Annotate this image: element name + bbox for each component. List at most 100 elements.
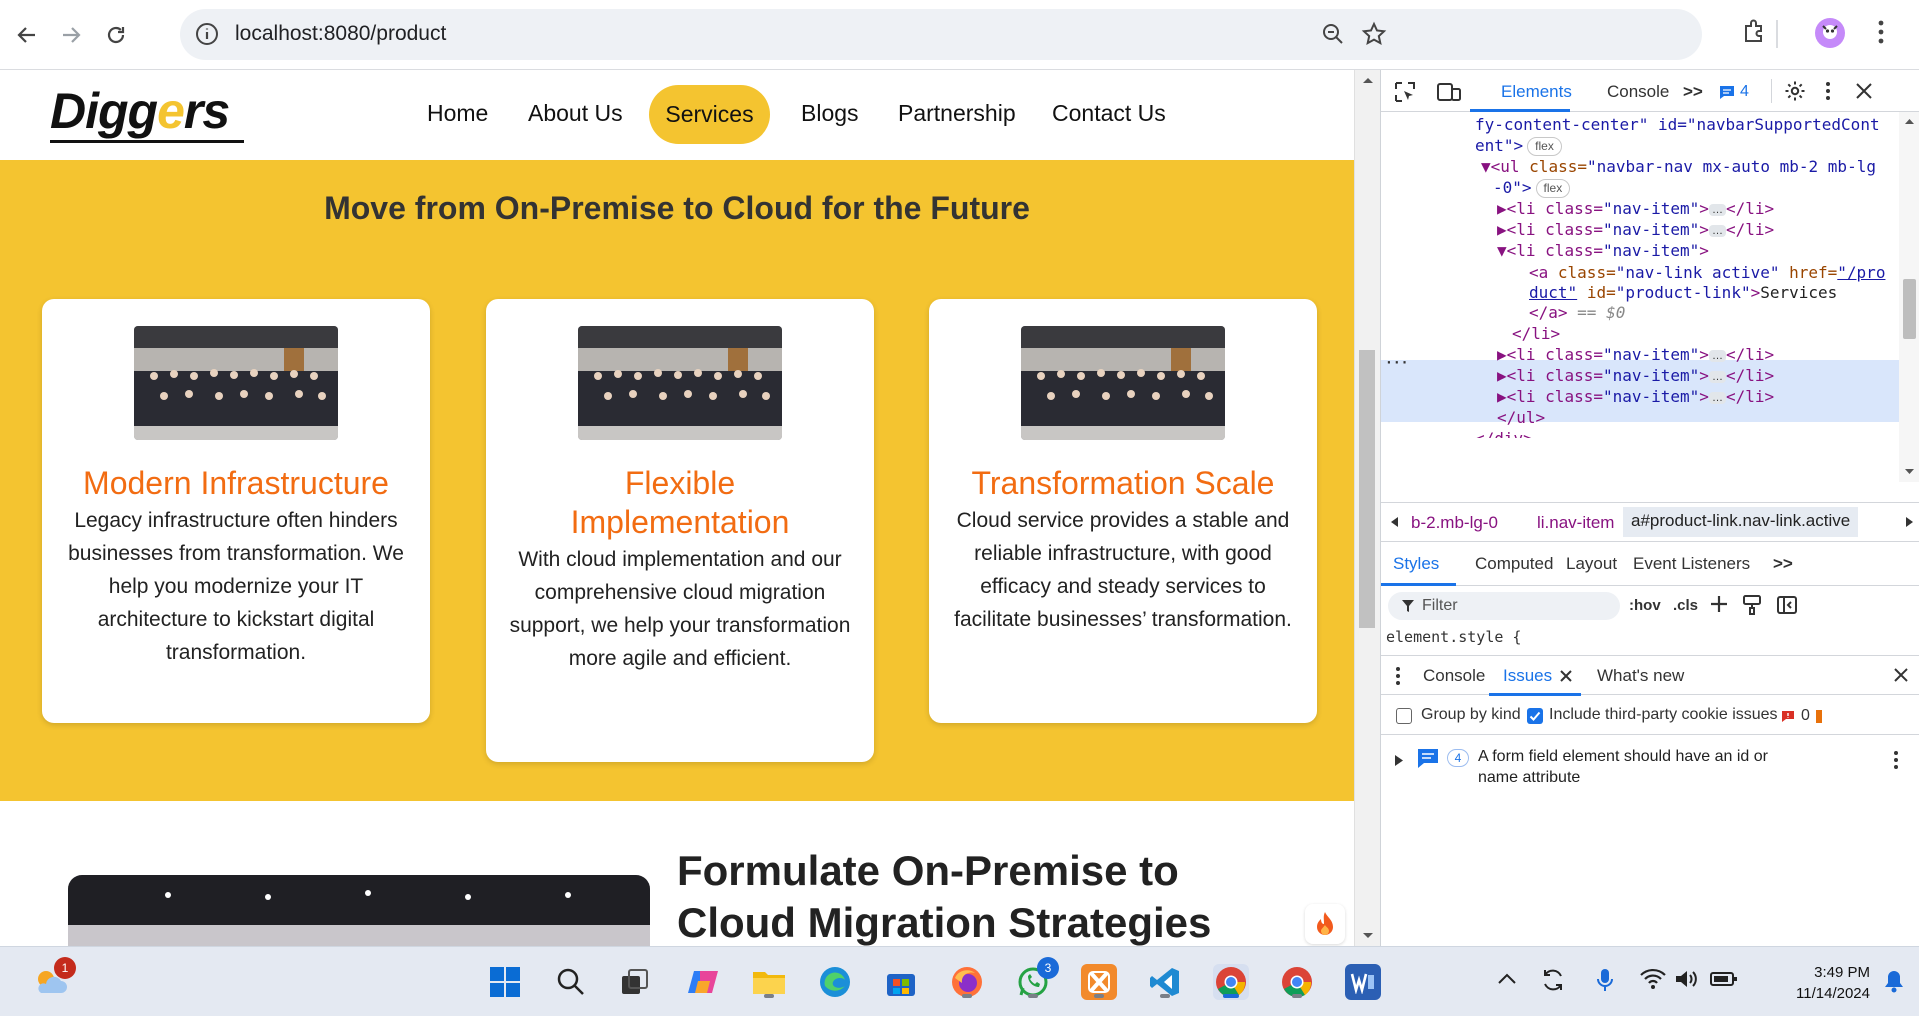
messages-badge[interactable]: 4 [1719, 83, 1749, 101]
close-drawer-icon[interactable] [1893, 667, 1909, 683]
crumb-left-icon[interactable] [1391, 517, 1399, 527]
scroll-down-icon[interactable] [1904, 468, 1915, 475]
issue-menu-icon[interactable] [1893, 750, 1899, 770]
device-toolbar-icon[interactable] [1436, 80, 1462, 104]
issue-item[interactable]: 4 A form field element should have an id… [1381, 736, 1919, 796]
settings-gear-icon[interactable] [1784, 80, 1806, 102]
zoom-icon[interactable] [1320, 21, 1346, 47]
page-scrollbar[interactable] [1354, 70, 1380, 946]
close-issues-tab-icon[interactable] [1559, 669, 1573, 683]
drawer-menu-icon[interactable] [1395, 666, 1401, 686]
hov-toggle[interactable]: :hov [1629, 597, 1661, 614]
forward-button[interactable] [53, 17, 89, 53]
section2-title: Formulate On-Premise to Cloud Migration … [677, 847, 1212, 946]
third-party-checkbox[interactable] [1527, 708, 1543, 724]
edge-button[interactable] [817, 964, 853, 1000]
site-logo[interactable]: Diggers [50, 82, 230, 140]
group-by-kind-checkbox[interactable] [1396, 708, 1412, 724]
fire-widget-button[interactable] [1305, 904, 1345, 944]
breadcrumb-item[interactable]: li.nav-item [1537, 513, 1614, 533]
url-text[interactable]: localhost:8080/product [235, 22, 446, 46]
tab-elements[interactable]: Elements [1501, 82, 1572, 102]
running-indicator [1160, 994, 1170, 998]
store-button[interactable] [883, 964, 919, 1000]
copilot-button[interactable] [685, 964, 721, 1000]
scroll-up-icon[interactable] [1362, 76, 1374, 84]
task-view-button[interactable] [617, 964, 653, 1000]
edge-icon [820, 967, 850, 997]
microphone-icon[interactable] [1597, 967, 1613, 993]
inspect-element-icon[interactable] [1393, 80, 1417, 104]
notifications-bell-icon[interactable] [1883, 969, 1905, 993]
address-bar[interactable]: localhost:8080/product [180, 9, 1702, 60]
more-tabs-icon[interactable]: >> [1773, 554, 1793, 574]
breadcrumb-item[interactable]: b-2.mb-lg-0 [1411, 513, 1498, 533]
tab-event-listeners[interactable]: Event Listeners [1633, 554, 1750, 574]
expand-triangle-icon[interactable] [1395, 755, 1403, 766]
dom-scroll-thumb[interactable] [1903, 279, 1916, 339]
flame-icon [1317, 912, 1333, 935]
drawer-tab-console[interactable]: Console [1423, 666, 1485, 686]
element-style-rule[interactable]: element.style { [1386, 628, 1521, 646]
search-button[interactable] [553, 964, 589, 1000]
close-devtools-icon[interactable] [1855, 82, 1873, 100]
node-actions-icon[interactable]: ··· [1385, 356, 1408, 371]
volume-icon[interactable] [1674, 968, 1700, 990]
reload-button[interactable] [98, 17, 134, 53]
team-photo [134, 326, 338, 440]
crumb-right-icon[interactable] [1905, 517, 1913, 527]
dom-scrollbar[interactable] [1899, 112, 1919, 482]
tab-console[interactable]: Console [1607, 82, 1669, 102]
whatsapp-button[interactable]: 3 [1015, 957, 1059, 1000]
group-by-kind-label: Group by kind [1421, 706, 1521, 723]
breadcrumb-item-active[interactable]: a#product-link.nav-link.active [1623, 507, 1859, 537]
browser-menu-icon[interactable] [1876, 17, 1886, 47]
nav-partnership[interactable]: Partnership [898, 100, 1016, 127]
show-hidden-icons-icon[interactable] [1497, 971, 1517, 985]
dom-line[interactable]: </div> [1475, 426, 1533, 438]
nav-blogs[interactable]: Blogs [801, 100, 859, 127]
bookmark-star-icon[interactable] [1361, 21, 1387, 47]
drawer-tab-issues[interactable]: Issues [1503, 666, 1552, 686]
xampp-button[interactable] [1081, 964, 1117, 1000]
back-button[interactable] [9, 17, 45, 53]
chrome-active-button[interactable] [1213, 964, 1249, 1000]
card-title: Modern Infrastructure [83, 465, 389, 501]
section-title: Move from On-Premise to Cloud for the Fu… [324, 190, 1030, 226]
toolbar-divider [1771, 79, 1772, 103]
more-tabs-icon[interactable]: >> [1683, 82, 1703, 102]
scroll-down-icon[interactable] [1362, 932, 1374, 940]
tab-layout[interactable]: Layout [1566, 554, 1617, 574]
extensions-icon[interactable] [1740, 17, 1770, 47]
nav-about-us[interactable]: About Us [528, 100, 623, 127]
firefox-button[interactable] [949, 964, 985, 1000]
tab-styles[interactable]: Styles [1393, 554, 1439, 574]
issue-error-counter[interactable]: 0 [1781, 707, 1822, 725]
styles-filter-input[interactable]: Filter [1388, 592, 1620, 620]
profile-avatar[interactable] [1814, 17, 1846, 49]
battery-icon[interactable] [1710, 971, 1738, 987]
vscode-button[interactable] [1147, 964, 1183, 1000]
nav-contact-us[interactable]: Contact Us [1052, 100, 1166, 127]
wifi-icon[interactable] [1640, 968, 1666, 990]
toggle-sidebar-icon[interactable] [1776, 594, 1798, 616]
word-button[interactable] [1345, 964, 1381, 1000]
cls-toggle[interactable]: .cls [1673, 597, 1698, 614]
meeting-room-photo [68, 875, 650, 946]
file-explorer-button[interactable] [751, 964, 787, 1000]
page-scroll-thumb[interactable] [1359, 350, 1375, 628]
nav-services[interactable]: Services [649, 85, 770, 144]
site-info-icon[interactable] [194, 21, 220, 47]
paint-brush-icon[interactable] [1741, 594, 1763, 616]
nav-home[interactable]: Home [427, 100, 488, 127]
chrome-profile-button[interactable] [1279, 964, 1315, 1000]
tab-computed[interactable]: Computed [1475, 554, 1553, 574]
start-button[interactable] [487, 964, 523, 1000]
drawer-tab-whats-new[interactable]: What's new [1597, 666, 1684, 686]
scroll-up-icon[interactable] [1904, 118, 1915, 125]
system-clock[interactable]: 3:49 PM 11/14/2024 [1760, 962, 1870, 1004]
weather-widget[interactable]: 1 [32, 957, 76, 1000]
sync-icon[interactable] [1540, 967, 1566, 993]
new-style-rule-icon[interactable] [1709, 594, 1731, 616]
devtools-menu-icon[interactable] [1825, 80, 1831, 102]
